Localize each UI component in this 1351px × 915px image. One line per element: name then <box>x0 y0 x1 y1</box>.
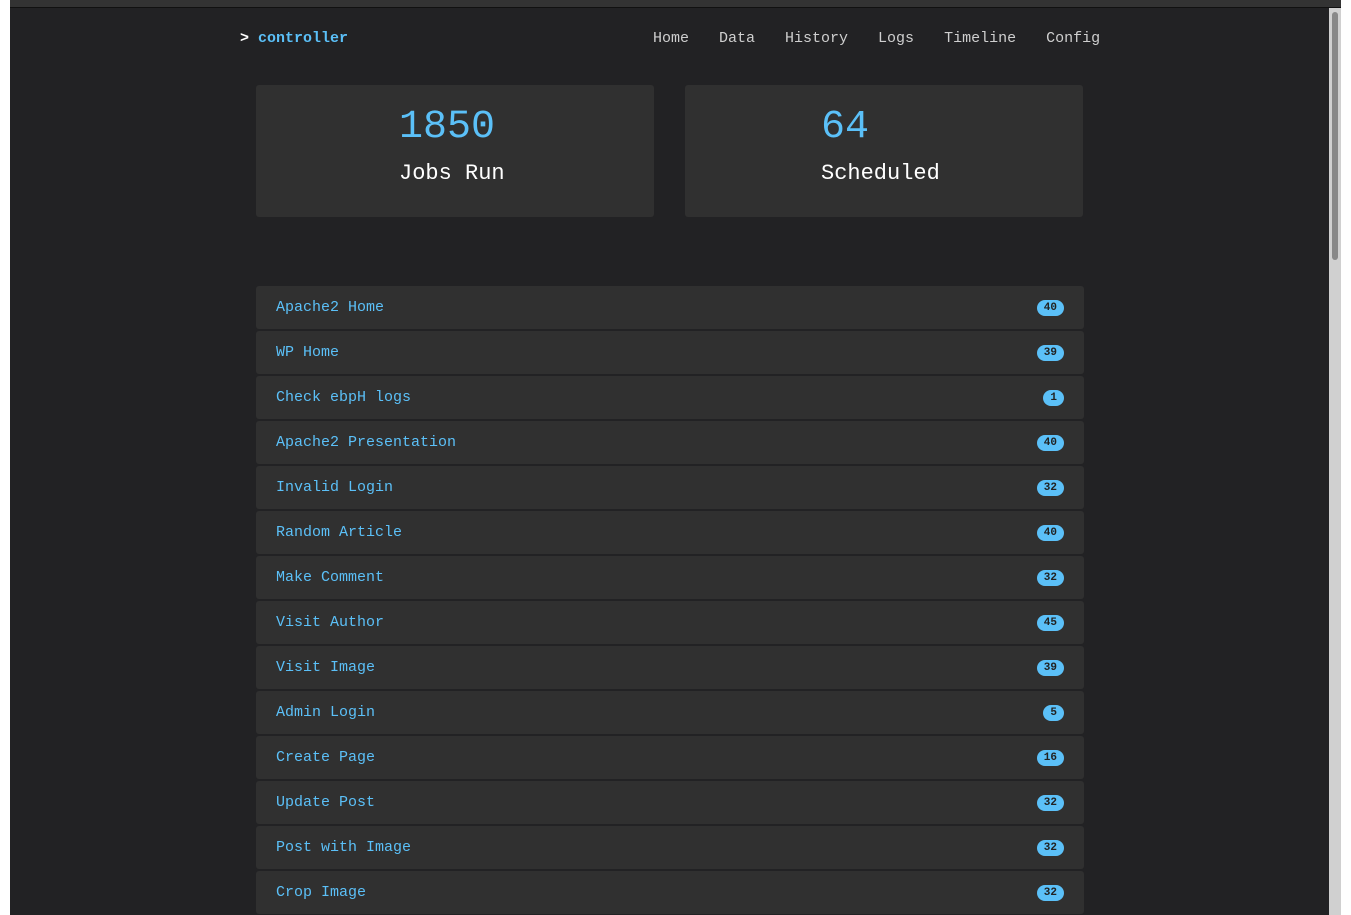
nav-config[interactable]: Config <box>1046 30 1100 47</box>
job-count-badge: 1 <box>1043 390 1064 406</box>
nav-data[interactable]: Data <box>719 30 755 47</box>
job-list-item[interactable]: Update Post 32 <box>256 781 1084 824</box>
job-name: Admin Login <box>276 704 376 721</box>
job-name: WP Home <box>276 344 340 361</box>
job-list-item[interactable]: Visit Author 45 <box>256 601 1084 644</box>
job-count-badge: 5 <box>1043 705 1064 721</box>
nav-home[interactable]: Home <box>653 30 689 47</box>
job-name: Post with Image <box>276 839 412 856</box>
job-name: Update Post <box>276 794 376 811</box>
job-list-item[interactable]: Apache2 Presentation 40 <box>256 421 1084 464</box>
job-name: Apache2 Presentation <box>276 434 457 451</box>
job-list-item[interactable]: Admin Login 5 <box>256 691 1084 734</box>
job-count-badge: 40 <box>1036 435 1064 451</box>
job-count-badge: 32 <box>1036 885 1064 901</box>
job-name: Visit Author <box>276 614 385 631</box>
job-name: Visit Image <box>276 659 376 676</box>
job-list-item[interactable]: Visit Image 39 <box>256 646 1084 689</box>
stat-label: Scheduled <box>821 161 940 186</box>
scrollbar-thumb[interactable] <box>1332 12 1338 260</box>
stat-label: Jobs Run <box>399 161 505 186</box>
job-name: Invalid Login <box>276 479 394 496</box>
job-count-badge: 40 <box>1036 525 1064 541</box>
job-count-badge: 40 <box>1036 300 1064 316</box>
job-list: Apache2 Home 40 WP Home 39 Check ebpH logs 1 A… <box>256 286 1084 915</box>
job-list-item[interactable]: Post with Image 32 <box>256 826 1084 869</box>
browser-top-bar <box>10 0 1341 8</box>
brand-prompt: > <box>240 30 250 47</box>
job-list-item[interactable]: Make Comment 32 <box>256 556 1084 599</box>
nav-logs[interactable]: Logs <box>878 30 914 47</box>
stat-value: 1850 <box>399 105 496 150</box>
job-count-badge: 32 <box>1036 795 1064 811</box>
nav-timeline[interactable]: Timeline <box>944 30 1016 47</box>
main-nav: Home Data History Logs Timeline Config <box>653 30 1100 47</box>
job-list-item[interactable]: Random Article 40 <box>256 511 1084 554</box>
job-name: Make Comment <box>276 569 385 586</box>
brand-logo[interactable]: > controller <box>240 30 348 47</box>
job-count-badge: 39 <box>1036 345 1064 361</box>
job-name: Apache2 Home <box>276 299 385 316</box>
job-count-badge: 32 <box>1036 480 1064 496</box>
stat-card-jobs-run: 1850 Jobs Run <box>256 85 654 217</box>
brand-name: controller <box>258 30 349 47</box>
job-count-badge: 32 <box>1036 840 1064 856</box>
job-name: Check ebpH logs <box>276 389 412 406</box>
stat-value: 64 <box>821 105 870 150</box>
job-name: Create Page <box>276 749 376 766</box>
job-list-item[interactable]: Check ebpH logs 1 <box>256 376 1084 419</box>
job-count-badge: 39 <box>1036 660 1064 676</box>
job-list-item[interactable]: Crop Image 32 <box>256 871 1084 914</box>
page: > controller Home Data History Logs Timeline… <box>10 8 1329 915</box>
job-list-item[interactable]: Invalid Login 32 <box>256 466 1084 509</box>
job-name: Crop Image <box>276 884 367 901</box>
job-count-badge: 32 <box>1036 570 1064 586</box>
job-name: Random Article <box>276 524 403 541</box>
job-list-item[interactable]: Apache2 Home 40 <box>256 286 1084 329</box>
job-list-item[interactable]: Create Page 16 <box>256 736 1084 779</box>
stat-card-scheduled: 64 Scheduled <box>685 85 1083 217</box>
nav-history[interactable]: History <box>785 30 848 47</box>
job-list-item[interactable]: WP Home 39 <box>256 331 1084 374</box>
scrollbar[interactable] <box>1329 8 1341 915</box>
job-count-badge: 16 <box>1036 750 1064 766</box>
job-count-badge: 45 <box>1036 615 1064 631</box>
